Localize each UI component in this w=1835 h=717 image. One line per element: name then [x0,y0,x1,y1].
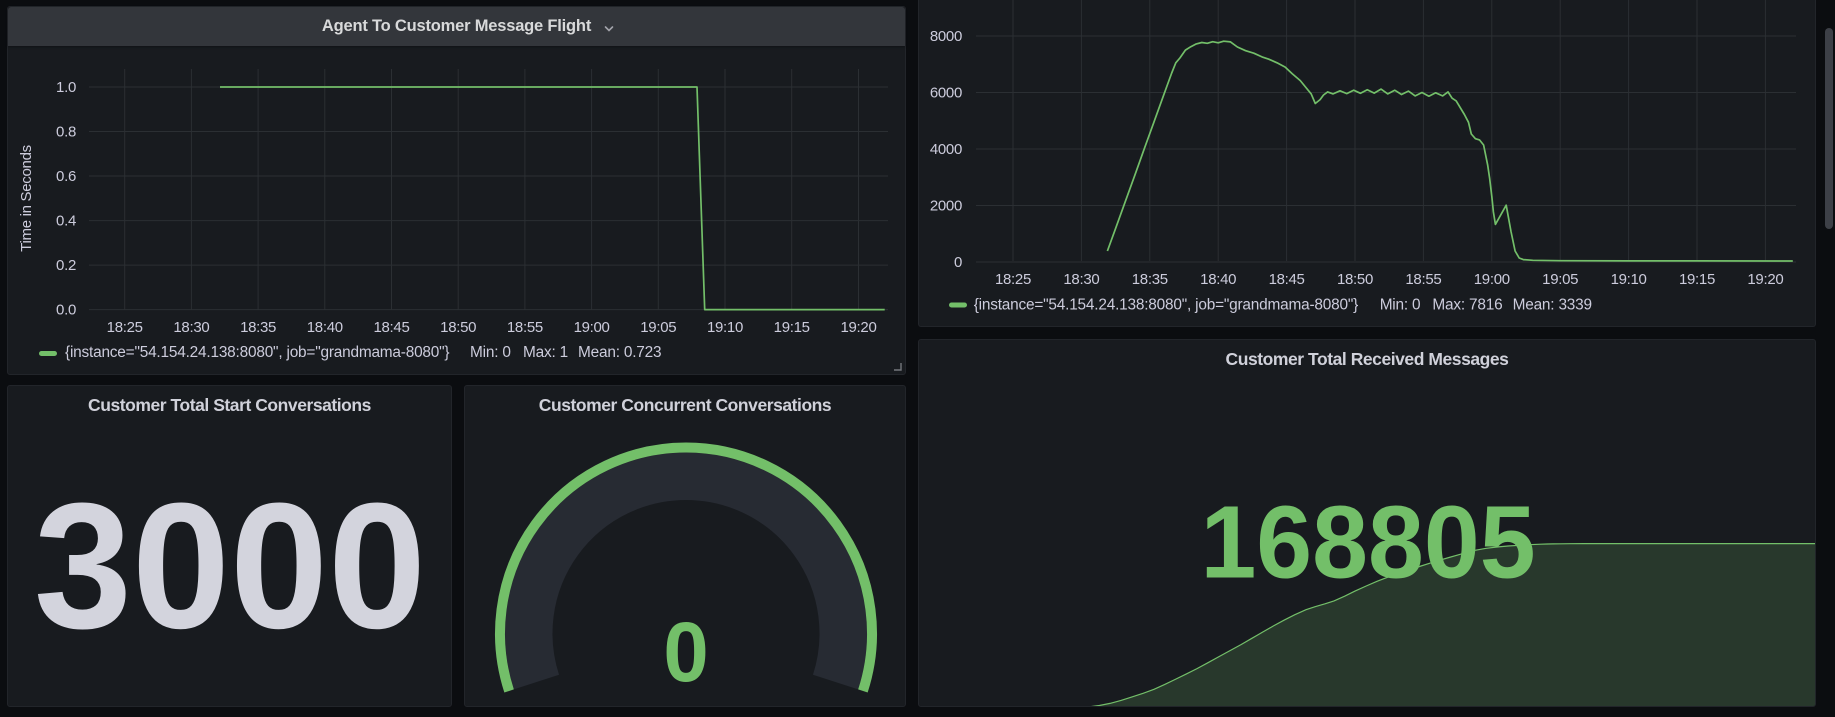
svg-text:Min: 0: Min: 0 [1380,297,1421,314]
svg-text:18:35: 18:35 [1132,271,1168,288]
svg-text:Mean: 0.723: Mean: 0.723 [578,344,661,361]
svg-text:18:50: 18:50 [1337,271,1373,288]
svg-text:18:50: 18:50 [440,319,476,336]
svg-text:18:40: 18:40 [307,319,343,336]
svg-text:0: 0 [954,254,962,271]
svg-text:0.6: 0.6 [56,168,76,185]
svg-text:19:05: 19:05 [1542,271,1578,288]
svg-text:{instance="54.154.24.138:8080": {instance="54.154.24.138:8080", job="gra… [974,297,1358,314]
svg-text:19:00: 19:00 [574,319,610,336]
svg-text:19:05: 19:05 [640,319,676,336]
svg-text:19:15: 19:15 [774,319,810,336]
svg-text:8000: 8000 [930,28,962,45]
svg-text:Max: 1: Max: 1 [523,344,568,361]
svg-text:18:30: 18:30 [173,319,209,336]
svg-text:0.0: 0.0 [56,302,76,319]
svg-text:19:20: 19:20 [1747,271,1783,288]
svg-text:19:15: 19:15 [1679,271,1715,288]
svg-text:19:10: 19:10 [707,319,743,336]
svg-text:19:20: 19:20 [840,319,876,336]
svg-text:Time in Seconds: Time in Seconds [18,145,35,252]
svg-text:2000: 2000 [930,198,962,215]
svg-text:18:30: 18:30 [1063,271,1099,288]
svg-text:Mean: 3339: Mean: 3339 [1513,297,1592,314]
svg-text:6000: 6000 [930,85,962,102]
svg-text:Min: 0: Min: 0 [470,344,511,361]
svg-text:18:45: 18:45 [373,319,409,336]
svg-text:18:35: 18:35 [240,319,276,336]
svg-text:Max: 7816: Max: 7816 [1432,297,1502,314]
svg-text:0.2: 0.2 [56,257,76,274]
svg-text:19:00: 19:00 [1474,271,1510,288]
svg-text:18:55: 18:55 [1405,271,1441,288]
svg-text:0.4: 0.4 [56,213,76,230]
svg-text:19:10: 19:10 [1611,271,1647,288]
svg-text:18:25: 18:25 [107,319,143,336]
svg-text:4000: 4000 [930,141,962,158]
svg-text:18:40: 18:40 [1200,271,1236,288]
svg-text:18:55: 18:55 [507,319,543,336]
svg-text:18:45: 18:45 [1269,271,1305,288]
svg-text:18:25: 18:25 [995,271,1031,288]
svg-text:1.0: 1.0 [56,79,76,96]
svg-text:{instance="54.154.24.138:8080": {instance="54.154.24.138:8080", job="gra… [65,344,449,361]
svg-text:0.8: 0.8 [56,124,76,141]
